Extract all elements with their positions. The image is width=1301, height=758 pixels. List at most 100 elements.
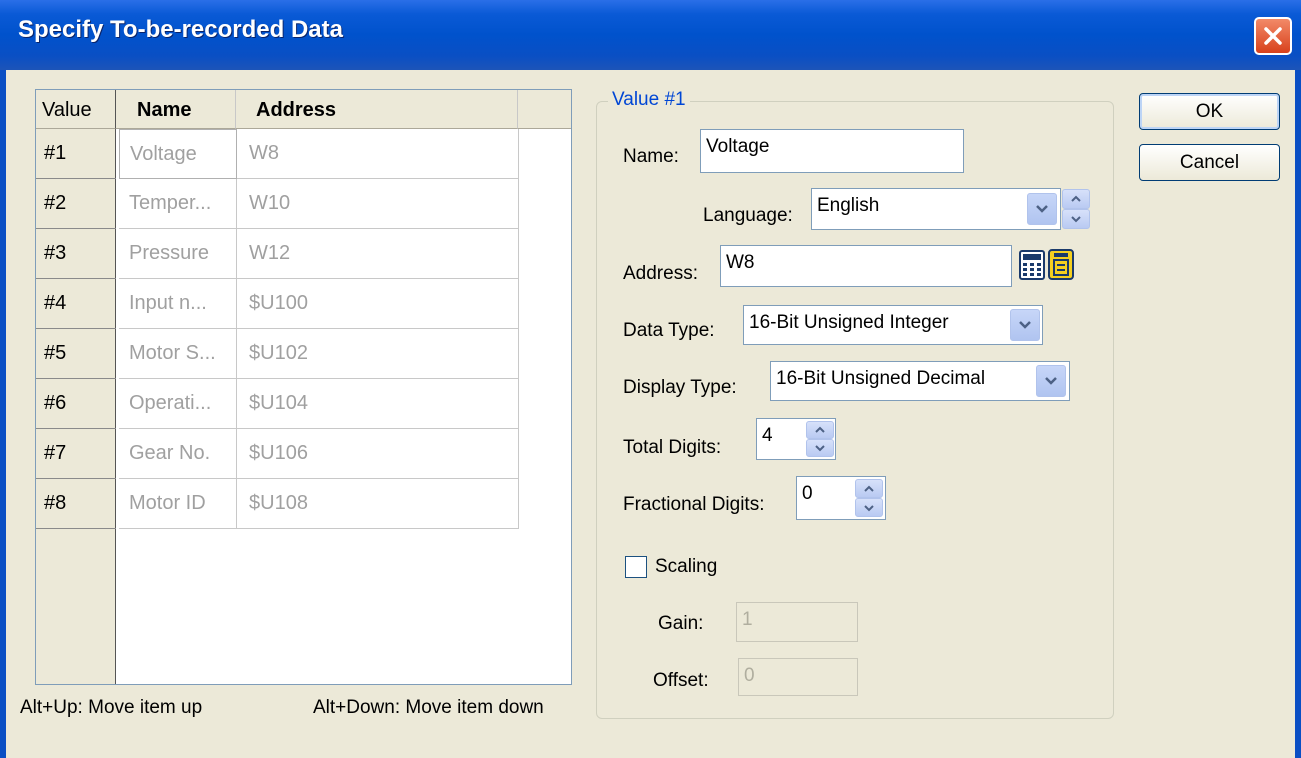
offset-label: Offset: xyxy=(653,670,709,691)
row-number-label: #7 xyxy=(44,442,67,464)
row-address-cell[interactable]: $U102 xyxy=(237,329,519,379)
column-header-filler xyxy=(518,90,571,129)
row-name-cell[interactable]: Temper... xyxy=(119,179,237,229)
address-label: Address: xyxy=(623,263,698,284)
display-type-dropdown-button[interactable] xyxy=(1036,365,1066,397)
data-type-dropdown-button[interactable] xyxy=(1010,309,1040,341)
display-type-label: Display Type: xyxy=(623,377,737,398)
title-bar: Specify To-be-recorded Data xyxy=(0,0,1301,70)
row-address-label: $U104 xyxy=(249,392,308,414)
row-name-cell[interactable]: Voltage xyxy=(119,129,237,179)
row-name-cell[interactable]: Input n... xyxy=(119,279,237,329)
row-number: #4 xyxy=(36,279,116,329)
total-digits-value: 4 xyxy=(762,425,773,446)
row-address-label: W12 xyxy=(249,242,291,264)
row-number-label: #1 xyxy=(44,142,67,164)
language-select-value: English xyxy=(817,195,880,216)
cancel-button[interactable]: Cancel xyxy=(1139,144,1280,181)
row-address-label: $U102 xyxy=(249,342,308,364)
fractional-digits-spinner[interactable] xyxy=(855,479,883,517)
table-row[interactable]: #7 Gear No. $U106 xyxy=(36,429,573,479)
row-number: #7 xyxy=(36,429,116,479)
row-name-cell[interactable]: Gear No. xyxy=(119,429,237,479)
scaling-checkbox[interactable] xyxy=(625,556,647,578)
data-type-select-value: 16-Bit Unsigned Integer xyxy=(749,312,949,333)
table-row[interactable]: #5 Motor S... $U102 xyxy=(36,329,573,379)
value-list[interactable]: Value Name Address #1 Voltage W8 #2 Temp… xyxy=(35,89,572,685)
scaling-label[interactable]: Scaling xyxy=(655,556,717,578)
column-header-address[interactable]: Address xyxy=(236,90,518,129)
row-name-label: Temper... xyxy=(129,192,212,214)
row-name-label: Operati... xyxy=(129,392,212,414)
fractional-digits-label: Fractional Digits: xyxy=(623,494,765,515)
chevron-up-icon xyxy=(1071,195,1081,202)
row-address-cell[interactable]: $U106 xyxy=(237,429,519,479)
address-field[interactable]: W8 xyxy=(720,245,1012,287)
tag-browse-button[interactable] xyxy=(1048,249,1074,280)
ok-button[interactable]: OK xyxy=(1139,93,1280,130)
language-spin-up-button[interactable] xyxy=(1062,189,1090,209)
total-digits-down-button[interactable] xyxy=(806,439,834,457)
row-number: #2 xyxy=(36,179,116,229)
row-address-cell[interactable]: W10 xyxy=(237,179,519,229)
gain-label: Gain: xyxy=(658,613,704,634)
data-type-select[interactable]: 16-Bit Unsigned Integer xyxy=(743,305,1043,345)
row-number: #8 xyxy=(36,479,116,529)
total-digits-label: Total Digits: xyxy=(623,437,722,458)
language-label: Language: xyxy=(703,205,793,226)
language-select[interactable]: English xyxy=(811,188,1061,230)
table-row[interactable]: #2 Temper... W10 xyxy=(36,179,573,229)
row-name-label: Motor ID xyxy=(129,492,206,514)
row-name-label: Motor S... xyxy=(129,342,216,364)
language-dropdown-button[interactable] xyxy=(1027,193,1057,225)
window-frame-right xyxy=(1295,70,1301,758)
row-address-cell[interactable]: W12 xyxy=(237,229,519,279)
language-spin-down-button[interactable] xyxy=(1062,209,1090,229)
row-name-cell[interactable]: Pressure xyxy=(119,229,237,279)
move-down-hint: Alt+Down: Move item down xyxy=(313,697,544,718)
groupbox-title: Value #1 xyxy=(608,89,690,111)
row-number: #1 xyxy=(36,129,116,179)
display-type-select-value: 16-Bit Unsigned Decimal xyxy=(776,368,986,389)
name-label: Name: xyxy=(623,146,679,167)
table-row[interactable]: #6 Operati... $U104 xyxy=(36,379,573,429)
gain-field: 1 xyxy=(736,602,858,642)
fractional-digits-up-button[interactable] xyxy=(855,479,883,498)
row-address-cell[interactable]: W8 xyxy=(237,129,519,179)
calculator-button[interactable] xyxy=(1019,250,1045,280)
close-button[interactable] xyxy=(1254,17,1292,55)
column-header-value-label: Value xyxy=(42,99,92,121)
row-name-cell[interactable]: Motor ID xyxy=(119,479,237,529)
row-name-label: Pressure xyxy=(129,242,210,264)
table-row[interactable]: #4 Input n... $U100 xyxy=(36,279,573,329)
name-field[interactable]: Voltage xyxy=(700,129,964,173)
row-name-cell[interactable]: Operati... xyxy=(119,379,237,429)
row-name-label: Gear No. xyxy=(129,442,211,464)
window-title: Specify To-be-recorded Data xyxy=(18,16,343,43)
table-row[interactable]: #1 Voltage W8 xyxy=(36,129,573,179)
column-header-name[interactable]: Name xyxy=(116,90,236,129)
total-digits-up-button[interactable] xyxy=(806,421,834,439)
row-address-cell[interactable]: $U104 xyxy=(237,379,519,429)
table-row[interactable]: #3 Pressure W12 xyxy=(36,229,573,279)
column-header-address-label: Address xyxy=(256,99,337,121)
row-number-label: #3 xyxy=(44,242,67,264)
chevron-down-icon xyxy=(815,445,825,452)
row-number: #5 xyxy=(36,329,116,379)
row-address-cell[interactable]: $U108 xyxy=(237,479,519,529)
data-type-label: Data Type: xyxy=(623,320,715,341)
chevron-down-icon xyxy=(1019,321,1031,329)
row-number-label: #6 xyxy=(44,392,67,414)
fractional-digits-down-button[interactable] xyxy=(855,498,883,517)
chevron-up-icon xyxy=(864,485,874,492)
table-row[interactable]: #8 Motor ID $U108 xyxy=(36,479,573,529)
row-address-cell[interactable]: $U100 xyxy=(237,279,519,329)
column-header-value[interactable]: Value xyxy=(36,90,116,129)
display-type-select[interactable]: 16-Bit Unsigned Decimal xyxy=(770,361,1070,401)
row-name-cell[interactable]: Motor S... xyxy=(119,329,237,379)
total-digits-spinner[interactable] xyxy=(806,421,834,457)
row-number-label: #2 xyxy=(44,192,67,214)
language-spinner[interactable] xyxy=(1062,189,1090,229)
chevron-up-icon xyxy=(815,426,825,433)
move-up-hint: Alt+Up: Move item up xyxy=(20,697,203,718)
